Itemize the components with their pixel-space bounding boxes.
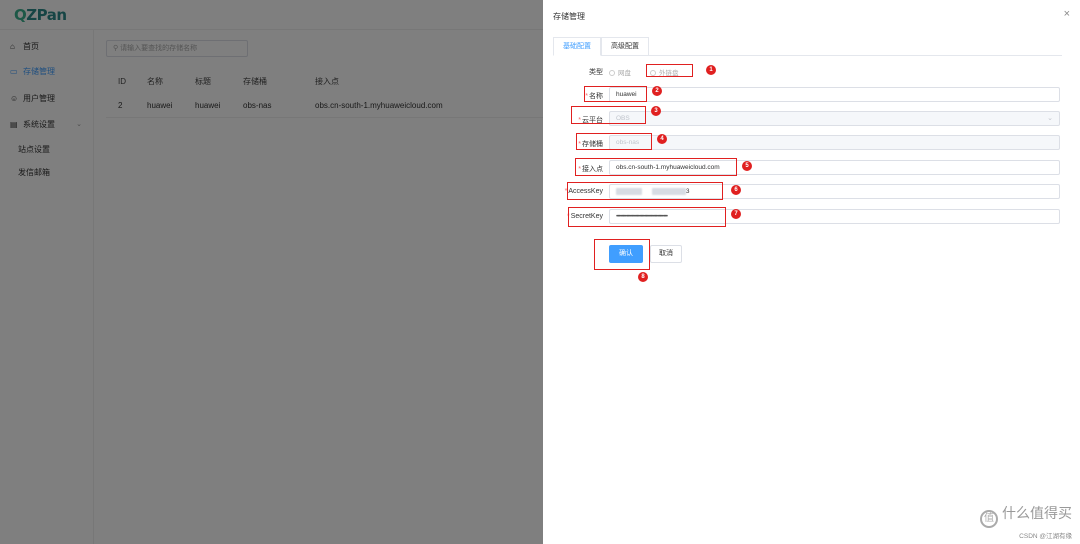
type-label: 类型 bbox=[589, 69, 603, 76]
annotation-box bbox=[584, 86, 647, 102]
drawer-title: 存储管理 bbox=[553, 12, 585, 21]
annotation-box bbox=[646, 64, 693, 77]
annotation-box bbox=[567, 182, 723, 200]
watermark-credit: CSDN @江湖有缘 bbox=[1019, 533, 1072, 540]
annotation-badge: 1 bbox=[706, 65, 716, 75]
annotation-badge: 7 bbox=[731, 209, 741, 219]
watermark: 值什么值得买 bbox=[980, 503, 1072, 528]
annotation-box bbox=[568, 207, 726, 227]
annotation-box bbox=[594, 239, 650, 270]
bucket-input[interactable]: obs-nas bbox=[609, 135, 1060, 150]
tab-basic[interactable]: 基础配置 bbox=[553, 37, 601, 56]
annotation-badge: 6 bbox=[731, 185, 741, 195]
tab-bar: 基础配置 高级配置 bbox=[553, 37, 1062, 56]
annotation-box bbox=[571, 106, 646, 124]
cloud-select[interactable]: OBS ⌄ bbox=[609, 111, 1060, 126]
annotation-badge: 4 bbox=[657, 134, 667, 144]
annotation-badge: 2 bbox=[652, 86, 662, 96]
radio-dot-icon bbox=[609, 70, 615, 76]
annotation-badge: 3 bbox=[651, 106, 661, 116]
close-icon[interactable]: × bbox=[1064, 8, 1070, 20]
cancel-button[interactable]: 取消 bbox=[650, 245, 682, 263]
radio-label: 网盘 bbox=[618, 70, 631, 77]
annotation-badge: 5 bbox=[742, 161, 752, 171]
name-input[interactable]: huawei bbox=[609, 87, 1060, 102]
storage-drawer: 存储管理 × 基础配置 高级配置 类型 网盘 外链盘 1 *名称 huawei … bbox=[543, 0, 1080, 544]
chevron-down-icon: ⌄ bbox=[1047, 115, 1053, 122]
watermark-logo-icon: 值 bbox=[980, 510, 998, 528]
modal-overlay[interactable] bbox=[0, 0, 543, 544]
annotation-box bbox=[576, 133, 652, 150]
tab-advanced[interactable]: 高级配置 bbox=[601, 37, 649, 56]
radio-netdisk[interactable]: 网盘 bbox=[609, 67, 631, 77]
annotation-badge: 8 bbox=[638, 272, 648, 282]
annotation-box bbox=[575, 158, 737, 176]
